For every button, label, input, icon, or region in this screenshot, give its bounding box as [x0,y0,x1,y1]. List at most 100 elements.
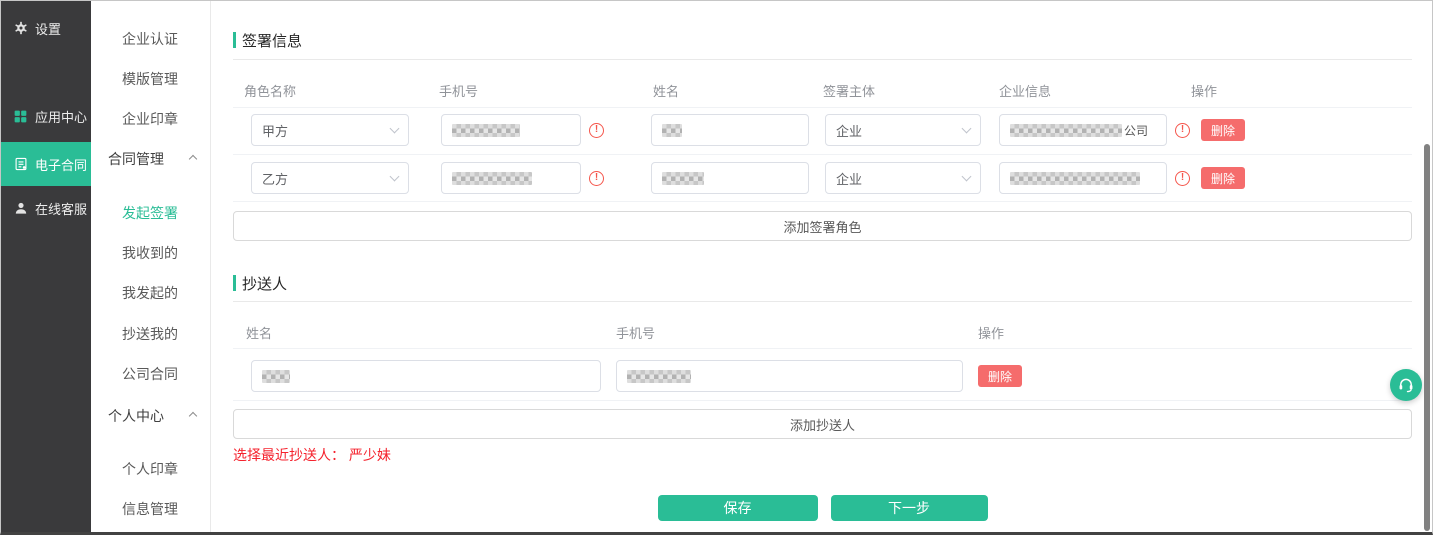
warning-icon: ! [1175,123,1190,138]
sign-info-section-title: 签署信息 [233,32,1412,48]
subject-select[interactable]: 企业 [825,114,981,146]
delete-button[interactable]: 删除 [1201,167,1245,189]
sidebar-item-label: 电子合同 [35,155,87,174]
delete-button[interactable]: 删除 [1201,119,1245,141]
recent-cc-hint[interactable]: 选择最近抄送人： 严少妹 [233,448,1412,462]
submenu-item-initiate-sign[interactable]: 发起签署 [91,203,210,223]
sign-table-row: 甲方 ! 企业 公司 ! 删除 [233,114,1412,146]
subject-select-value: 企业 [836,169,862,188]
add-cc-button[interactable]: 添加抄送人 [233,409,1412,439]
cc-section-title: 抄送人 [233,275,1412,291]
submenu-item-contract-mgmt[interactable]: 合同管理 [91,149,210,169]
add-sign-role-button[interactable]: 添加签署角色 [233,211,1412,241]
warning-icon: ! [589,123,604,138]
redacted-name [662,172,704,185]
title-accent-bar [233,32,236,48]
sidebar-item-label: 设置 [35,19,61,38]
name-input[interactable] [651,114,809,146]
col-header-name: 姓名 [246,323,616,342]
submenu-item-initiated[interactable]: 我发起的 [91,283,210,303]
phone-input[interactable] [441,114,581,146]
col-header-name: 姓名 [653,81,823,100]
person-icon [13,201,28,216]
submenu-item-template-mgmt[interactable]: 模版管理 [91,69,210,89]
save-button[interactable]: 保存 [658,495,818,521]
enterprise-suffix: 公司 [1124,122,1148,139]
chevron-up-icon [189,155,197,163]
col-header-subject: 签署主体 [823,81,999,100]
col-header-phone: 手机号 [616,323,978,342]
app-grid-icon [13,109,28,124]
chevron-down-icon [962,123,972,133]
sign-table-row: 乙方 ! 企业 ! 删除 [233,162,1412,194]
redacted-phone [452,124,520,137]
submenu-item-info-mgmt[interactable]: 信息管理 [91,499,210,519]
chevron-up-icon [189,412,197,420]
submenu-item-label: 合同管理 [108,151,164,167]
gear-icon [13,21,28,36]
divider [233,301,1412,302]
col-header-phone: 手机号 [439,81,653,100]
submenu-item-cc-to-me[interactable]: 抄送我的 [91,324,210,344]
col-header-enterprise: 企业信息 [999,81,1191,100]
redacted-phone [452,172,532,185]
cc-name-input[interactable] [251,360,601,392]
submenu-item-personal-center[interactable]: 个人中心 [91,406,210,426]
col-header-actions: 操作 [1191,81,1217,100]
cc-table-row: 删除 [233,360,1412,392]
divider [233,400,1412,401]
chevron-down-icon [390,123,400,133]
submenu-item-received[interactable]: 我收到的 [91,243,210,263]
sidebar-item-online-service[interactable]: 在线客服 [1,189,91,227]
enterprise-input[interactable]: 公司 [999,114,1167,146]
role-select[interactable]: 乙方 [251,162,409,194]
sidebar-item-label: 应用中心 [35,107,87,126]
cc-table-header: 姓名 手机号 操作 [233,323,1412,341]
cc-phone-input[interactable] [616,360,963,392]
sidebar-item-app-center[interactable]: 应用中心 [1,97,91,135]
chevron-down-icon [962,171,972,181]
redacted-enterprise [1010,172,1140,185]
divider [233,107,1412,108]
sign-table-header: 角色名称 手机号 姓名 签署主体 企业信息 操作 [233,81,1412,99]
col-header-actions: 操作 [978,323,1004,342]
app-window: 设置 应用中心 电子合同 在线客服 [0,0,1433,535]
sidebar-item-e-contract[interactable]: 电子合同 [1,142,91,186]
role-select[interactable]: 甲方 [251,114,409,146]
submenu-item-company-contracts[interactable]: 公司合同 [91,364,210,384]
role-select-value: 乙方 [262,169,288,188]
warning-icon: ! [589,171,604,186]
subject-select-value: 企业 [836,121,862,140]
subject-select[interactable]: 企业 [825,162,981,194]
delete-button[interactable]: 删除 [978,365,1022,387]
phone-input[interactable] [441,162,581,194]
footer-actions: 保存 下一步 [233,495,1412,521]
col-header-role: 角色名称 [244,81,439,100]
submenu-item-enterprise-auth[interactable]: 企业认证 [91,29,210,49]
customer-service-button[interactable] [1390,369,1422,401]
divider [233,59,1412,60]
submenu-item-personal-seal[interactable]: 个人印章 [91,459,210,479]
main-content: 签署信息 角色名称 手机号 姓名 签署主体 企业信息 操作 甲方 ! [211,1,1432,532]
contract-icon [13,157,28,172]
submenu-item-enterprise-seal[interactable]: 企业印章 [91,109,210,129]
sub-sidebar: 企业认证 模版管理 企业印章 合同管理 发起签署 我收到的 我发起的 抄送我的 … [91,1,211,532]
title-accent-bar [233,275,236,291]
section-title-text: 抄送人 [242,273,287,294]
vertical-scrollbar[interactable] [1424,144,1430,531]
divider [233,348,1412,349]
section-title-text: 签署信息 [242,30,302,51]
redacted-enterprise [1010,124,1122,137]
enterprise-input[interactable] [999,162,1167,194]
next-step-button[interactable]: 下一步 [831,495,988,521]
chevron-down-icon [390,171,400,181]
sidebar-item-settings[interactable]: 设置 [1,9,91,47]
redacted-name [262,370,290,383]
headset-icon [1397,376,1415,394]
dark-sidebar: 设置 应用中心 电子合同 在线客服 [1,1,91,532]
divider [233,201,1412,202]
redacted-phone [627,370,691,383]
redacted-name [662,124,682,137]
warning-icon: ! [1175,171,1190,186]
name-input[interactable] [651,162,809,194]
